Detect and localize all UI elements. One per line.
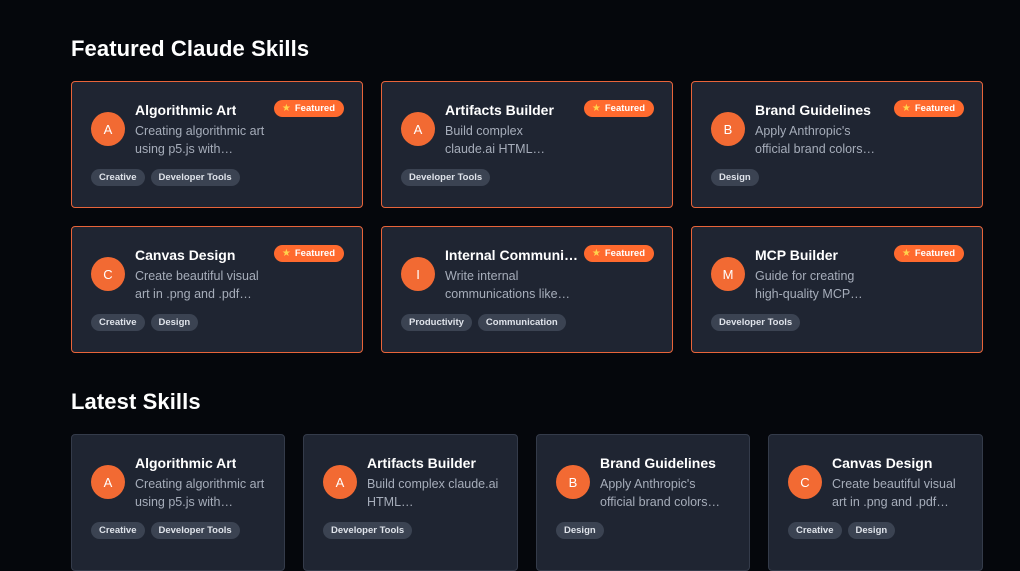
tag[interactable]: Productivity bbox=[401, 314, 472, 331]
avatar: A bbox=[91, 112, 125, 146]
avatar: I bbox=[401, 257, 435, 291]
tag[interactable]: Creative bbox=[788, 522, 842, 539]
tag[interactable]: Design bbox=[847, 522, 896, 539]
skill-description: Build complex claude.ai HTML… bbox=[367, 477, 499, 509]
star-icon: ★ bbox=[591, 247, 601, 259]
avatar: M bbox=[711, 257, 745, 291]
skill-name: MCP Builder bbox=[755, 247, 838, 263]
skill-description: Create beautiful visual art in .png and … bbox=[832, 477, 956, 509]
tag[interactable]: Design bbox=[150, 314, 199, 331]
avatar: A bbox=[323, 465, 357, 499]
tag[interactable]: Developer Tools bbox=[150, 522, 240, 539]
skill-name: Artifacts Builder bbox=[367, 455, 476, 471]
avatar: A bbox=[401, 112, 435, 146]
skill-card[interactable]: B Brand Guidelines Apply Anthropic's off… bbox=[536, 434, 750, 571]
tag[interactable]: Communication bbox=[477, 314, 566, 331]
avatar: B bbox=[556, 465, 590, 499]
skill-description: Create beautiful visual art in .png and … bbox=[135, 269, 259, 301]
avatar: C bbox=[91, 257, 125, 291]
tag[interactable]: Design bbox=[711, 169, 759, 186]
skill-description: Creating algorithmic art using p5.js wit… bbox=[135, 477, 265, 509]
tag[interactable]: Developer Tools bbox=[401, 169, 491, 186]
avatar: B bbox=[711, 112, 745, 146]
featured-badge: ★ Featured bbox=[583, 245, 654, 262]
tag-list: Creative Design bbox=[788, 522, 896, 539]
tag[interactable]: Design bbox=[556, 522, 604, 539]
latest-section-title: Latest Skills bbox=[71, 389, 201, 414]
tag[interactable]: Developer Tools bbox=[711, 314, 801, 331]
tag-list: Productivity Communication bbox=[401, 314, 566, 331]
skill-name: Artifacts Builder bbox=[445, 102, 554, 118]
tag[interactable]: Creative bbox=[91, 314, 145, 331]
tag-list: Creative Developer Tools bbox=[91, 522, 240, 539]
skill-name: Algorithmic Art bbox=[135, 455, 237, 471]
skill-name: Algorithmic Art bbox=[135, 102, 237, 118]
tag[interactable]: Developer Tools bbox=[323, 522, 413, 539]
skill-card[interactable]: A Artifacts Builder Build complex claude… bbox=[303, 434, 518, 571]
featured-badge-label: Featured bbox=[604, 103, 645, 114]
featured-badge-label: Featured bbox=[294, 248, 335, 259]
skill-card[interactable]: A Algorithmic Art ★ Featured Creating alg… bbox=[71, 81, 363, 208]
star-icon: ★ bbox=[281, 102, 291, 114]
featured-badge: ★ Featured bbox=[893, 245, 964, 262]
skill-card[interactable]: M MCP Builder ★ Featured Guide for creati… bbox=[691, 226, 983, 353]
star-icon: ★ bbox=[591, 102, 601, 114]
skill-name: Internal Communi… bbox=[445, 247, 579, 263]
skill-card[interactable]: B Brand Guidelines ★ Featured Apply Anthr… bbox=[691, 81, 983, 208]
featured-section-title: Featured Claude Skills bbox=[71, 36, 310, 61]
tag[interactable]: Creative bbox=[91, 522, 145, 539]
featured-badge: ★ Featured bbox=[273, 245, 344, 262]
skill-card[interactable]: C Canvas Design ★ Featured Create beautif… bbox=[71, 226, 363, 353]
tag-list: Design bbox=[556, 522, 604, 539]
avatar: C bbox=[788, 465, 822, 499]
featured-badge-label: Featured bbox=[914, 248, 955, 259]
skill-description: Build complex claude.ai HTML… bbox=[445, 124, 546, 156]
skill-name: Canvas Design bbox=[135, 247, 236, 263]
skill-card[interactable]: A Artifacts Builder ★ Featured Build comp… bbox=[381, 81, 673, 208]
featured-badge: ★ Featured bbox=[583, 100, 654, 117]
tag[interactable]: Developer Tools bbox=[150, 169, 240, 186]
avatar: A bbox=[91, 465, 125, 499]
featured-badge: ★ Featured bbox=[273, 100, 344, 117]
skill-name: Brand Guidelines bbox=[600, 455, 716, 471]
skill-card[interactable]: A Algorithmic Art Creating algorithmic a… bbox=[71, 434, 285, 571]
skill-name: Canvas Design bbox=[832, 455, 933, 471]
featured-badge-label: Featured bbox=[604, 248, 645, 259]
star-icon: ★ bbox=[281, 247, 291, 259]
skill-description: Apply Anthropic's official brand colors… bbox=[755, 124, 875, 156]
tag-list: Developer Tools bbox=[711, 314, 801, 331]
tag-list: Design bbox=[711, 169, 759, 186]
featured-badge: ★ Featured bbox=[893, 100, 964, 117]
tag-list: Creative Design bbox=[91, 314, 199, 331]
tag-list: Developer Tools bbox=[323, 522, 413, 539]
featured-skills-grid: A Algorithmic Art ★ Featured Creating alg… bbox=[71, 81, 983, 353]
skill-description: Guide for creating high-quality MCP… bbox=[755, 269, 863, 301]
tag[interactable]: Creative bbox=[91, 169, 145, 186]
skill-description: Apply Anthropic's official brand colors… bbox=[600, 477, 720, 509]
tag-list: Creative Developer Tools bbox=[91, 169, 240, 186]
skill-name: Brand Guidelines bbox=[755, 102, 871, 118]
skill-card[interactable]: I Internal Communi… ★ Featured Write inte… bbox=[381, 226, 673, 353]
skill-card[interactable]: C Canvas Design Create beautiful visual … bbox=[768, 434, 983, 571]
star-icon: ★ bbox=[901, 102, 911, 114]
star-icon: ★ bbox=[901, 247, 911, 259]
featured-badge-label: Featured bbox=[914, 103, 955, 114]
tag-list: Developer Tools bbox=[401, 169, 491, 186]
latest-skills-grid: A Algorithmic Art Creating algorithmic a… bbox=[71, 434, 983, 571]
skill-description: Write internal communications like… bbox=[445, 269, 571, 301]
featured-badge-label: Featured bbox=[294, 103, 335, 114]
skill-description: Creating algorithmic art using p5.js wit… bbox=[135, 124, 265, 156]
